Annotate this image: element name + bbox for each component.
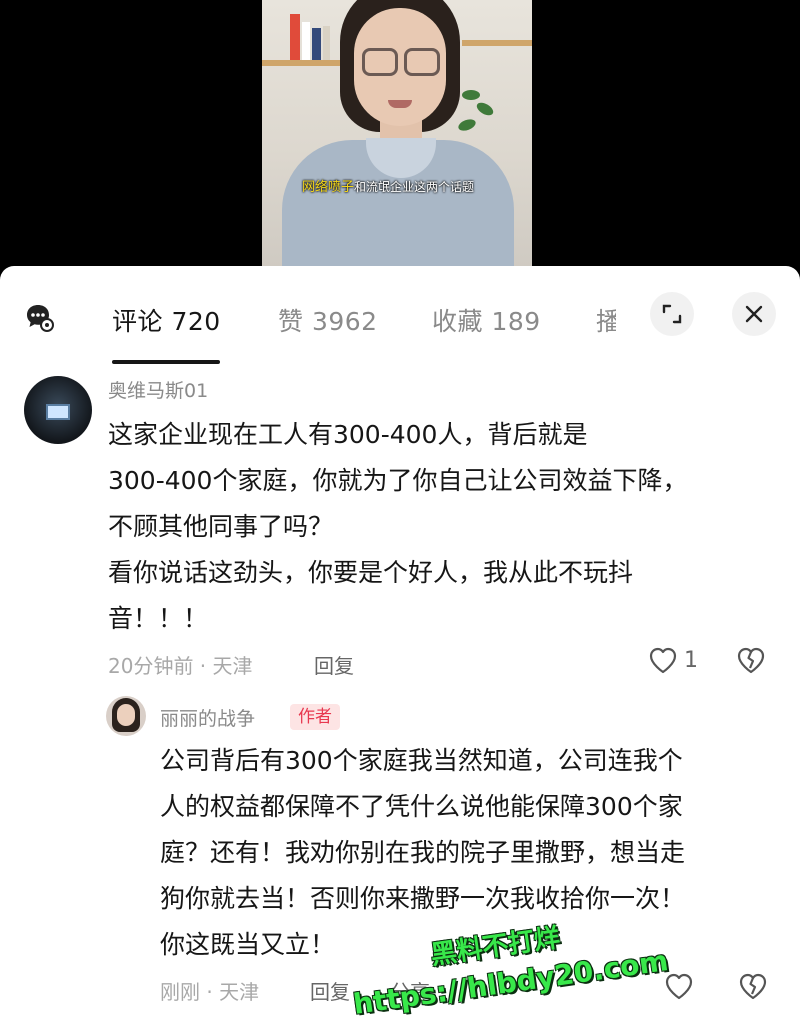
expand-icon	[662, 304, 682, 324]
comment-meta: 20分钟前 · 天津	[108, 654, 253, 678]
avatar[interactable]	[24, 376, 92, 444]
reply-meta: 刚刚 · 天津	[160, 980, 260, 1004]
video-caption: 网络喷子和流氓企业这两个话题	[302, 176, 474, 195]
video-frame: 网络喷子和流氓企业这两个话题	[262, 0, 532, 268]
caption-highlight: 网络喷子	[302, 180, 355, 195]
heart-icon	[649, 647, 677, 674]
close-icon	[745, 305, 763, 323]
expand-button[interactable]	[650, 292, 694, 336]
like-count: 1	[684, 647, 698, 673]
reply-username[interactable]: 丽丽的战争	[160, 704, 255, 731]
reply-line: 狗你就去当！否则你来撒野一次我收拾你一次！	[160, 884, 686, 913]
reply-line: 庭？还有！我劝你别在我的院子里撒野，想当走	[160, 838, 686, 867]
tab-comments[interactable]: 评论 720	[112, 302, 221, 338]
reply-reply-button[interactable]: 回复	[310, 976, 350, 1005]
tab-likes[interactable]: 赞 3962	[278, 302, 378, 338]
close-button[interactable]	[732, 292, 776, 336]
broken-heart-icon	[737, 647, 765, 674]
active-tab-indicator	[112, 360, 220, 364]
tab-more[interactable]: 播	[596, 302, 616, 338]
comment-line: 看你说话这劲头，你要是个好人，我从此不玩抖	[108, 558, 634, 587]
comment-line: 300-400个家庭，你就为了你自己让公司效益下降，	[108, 466, 688, 495]
panel-tab-bar: 评论 720 赞 3962 收藏 189 播	[0, 266, 800, 364]
video-player[interactable]: 网络喷子和流氓企业这两个话题	[0, 0, 800, 268]
reply-button[interactable]: 回复	[314, 650, 354, 679]
tab-favorites[interactable]: 收藏 189	[432, 302, 541, 338]
comment-username[interactable]: 奥维马斯01	[108, 376, 208, 403]
comment-text: 这家企业现在工人有300-400人，背后就是 300-400个家庭，你就为了你自…	[108, 412, 788, 642]
reply-line: 人的权益都保障不了凭什么说他能保障300个家	[160, 792, 683, 821]
caption-text: 和流氓企业这两个话题	[354, 180, 475, 194]
reply-avatar[interactable]	[106, 696, 146, 736]
comment-settings-icon[interactable]	[24, 302, 54, 332]
comment-line: 这家企业现在工人有300-400人，背后就是	[108, 420, 588, 449]
like-button[interactable]: 1	[648, 646, 698, 674]
dislike-button[interactable]	[736, 646, 766, 678]
comment-panel: 评论 720 赞 3962 收藏 189 播 奥维马斯01 这家企业现在工人有3…	[0, 266, 800, 1031]
author-badge: 作者	[290, 704, 340, 730]
reply-dislike-button[interactable]	[738, 972, 768, 1004]
reply-line: 公司背后有300个家庭我当然知道，公司连我个	[160, 746, 683, 775]
comment-line: 不顾其他同事了吗？	[108, 512, 334, 541]
comment-line: 音！！！	[108, 604, 209, 633]
broken-heart-icon	[739, 973, 767, 1000]
